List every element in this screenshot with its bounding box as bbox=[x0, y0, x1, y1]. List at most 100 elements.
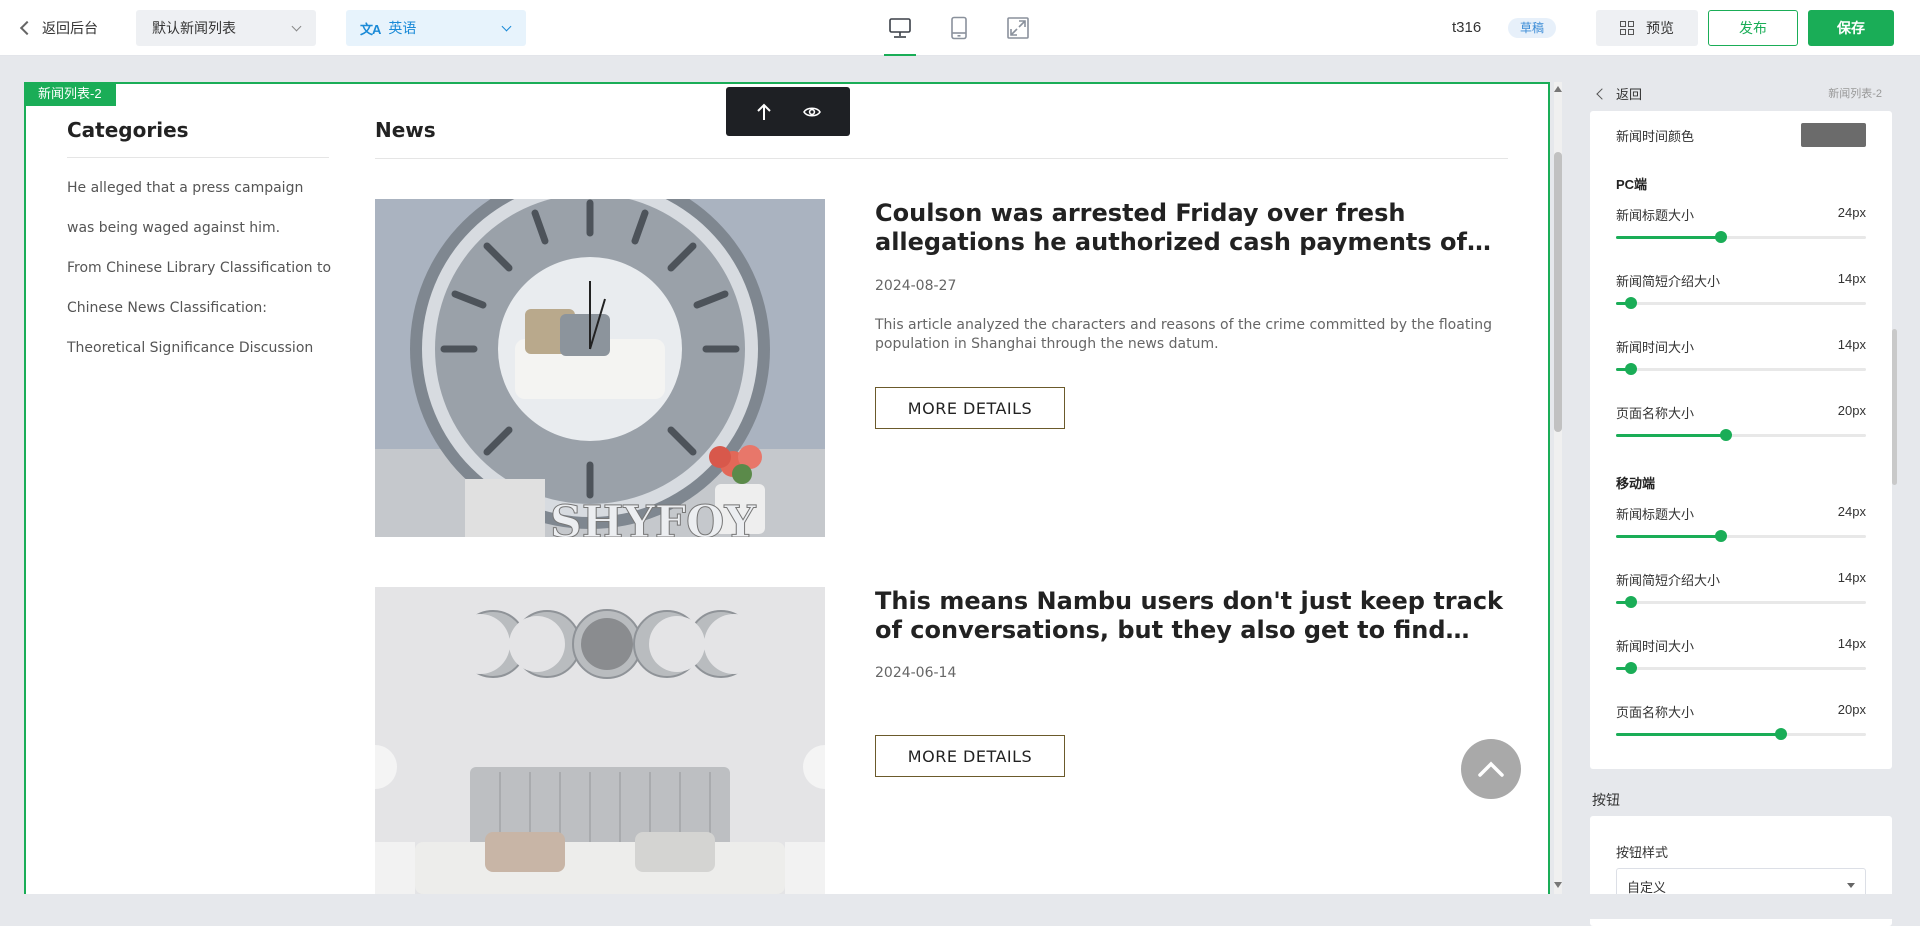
scroll-down-arrow-icon[interactable] bbox=[1554, 882, 1562, 888]
desktop-view-button[interactable] bbox=[884, 12, 916, 44]
slider-handle[interactable] bbox=[1720, 429, 1732, 441]
component-tag[interactable]: 新闻列表-2 bbox=[24, 82, 116, 106]
categories-divider bbox=[67, 157, 329, 158]
caret-down-icon bbox=[1847, 883, 1855, 888]
categories-list: He alleged that a press campaign was bei… bbox=[67, 172, 331, 372]
size-slider[interactable] bbox=[1616, 662, 1866, 674]
scroll-up-arrow-icon[interactable] bbox=[1554, 86, 1562, 92]
pc-group-title: PC端 bbox=[1616, 177, 1648, 192]
slider-handle[interactable] bbox=[1775, 728, 1787, 740]
save-button[interactable]: 保存 bbox=[1808, 10, 1894, 46]
news-item-date: 2024-06-14 bbox=[875, 665, 957, 681]
news-time-color-label: 新闻时间颜色 bbox=[1616, 129, 1695, 144]
panel-breadcrumb: 新闻列表-2 bbox=[1828, 88, 1882, 100]
setting-value: 14px bbox=[1837, 570, 1866, 585]
expand-icon bbox=[1007, 17, 1029, 39]
setting-label: 页面名称大小 bbox=[1616, 406, 1695, 421]
panel-scrollbar[interactable] bbox=[1892, 111, 1898, 769]
button-style-label: 按钮样式 bbox=[1616, 845, 1669, 860]
slider-fill bbox=[1616, 733, 1781, 736]
back-to-admin-button[interactable]: 返回后台 bbox=[19, 18, 98, 38]
size-slider[interactable] bbox=[1616, 429, 1866, 441]
category-link[interactable]: was being waged against him. bbox=[67, 212, 331, 252]
slider-handle[interactable] bbox=[1625, 662, 1637, 674]
setting-value: 20px bbox=[1837, 403, 1866, 418]
size-slider[interactable] bbox=[1616, 231, 1866, 243]
component-float-toolbar bbox=[726, 87, 850, 136]
news-image-clock-mirror[interactable]: SHYFOY bbox=[375, 199, 825, 537]
scrollbar-thumb[interactable] bbox=[1554, 152, 1562, 432]
news-item-title[interactable]: This means Nambu users don't just keep t… bbox=[875, 587, 1505, 645]
news-list-select[interactable]: 默认新闻列表 bbox=[136, 10, 316, 46]
top-toolbar: 返回后台 默认新闻列表 文A 英语 t316 草稿 预览 发布 保存 bbox=[0, 0, 1920, 56]
news-divider bbox=[375, 158, 1508, 159]
setting-label: 新闻标题大小 bbox=[1616, 507, 1695, 522]
setting-value: 24px bbox=[1837, 504, 1866, 519]
setting-label: 新闻时间大小 bbox=[1616, 340, 1695, 355]
category-link[interactable]: Theoretical Significance Discussion bbox=[67, 332, 331, 372]
news-item-description: This article analyzed the characters and… bbox=[875, 317, 1492, 352]
setting-label: 新闻简短介绍大小 bbox=[1616, 274, 1721, 289]
style-settings-card: 新闻时间颜色 PC端 新闻标题大小 24px 新闻简短介绍大小 14px 新闻时间大小 1… bbox=[1590, 111, 1892, 769]
category-link[interactable]: He alleged that a press campaign bbox=[67, 172, 331, 212]
fullscreen-view-button[interactable] bbox=[1002, 12, 1034, 44]
slider-handle[interactable] bbox=[1625, 596, 1637, 608]
news-heading: News bbox=[375, 118, 436, 142]
site-name: t316 bbox=[1452, 19, 1482, 36]
tablet-view-button[interactable] bbox=[943, 12, 975, 44]
chevron-left-icon bbox=[19, 20, 35, 36]
mobile-group-title: 移动端 bbox=[1616, 476, 1656, 491]
setting-value: 14px bbox=[1837, 337, 1866, 352]
news-time-color-swatch[interactable] bbox=[1801, 123, 1866, 147]
size-slider[interactable] bbox=[1616, 728, 1866, 740]
move-up-button[interactable] bbox=[755, 102, 773, 122]
canvas-scrollbar[interactable] bbox=[1551, 82, 1565, 894]
slider-handle[interactable] bbox=[1715, 231, 1727, 243]
size-slider[interactable] bbox=[1616, 596, 1866, 608]
chevron-left-icon bbox=[1596, 87, 1608, 100]
panel-back-button[interactable]: 返回 bbox=[1596, 84, 1642, 103]
setting-label: 新闻时间大小 bbox=[1616, 639, 1695, 654]
publish-button[interactable]: 发布 bbox=[1708, 10, 1798, 46]
language-select-value: 英语 bbox=[388, 20, 417, 36]
settings-panel-header: 返回 新闻列表-2 bbox=[1590, 82, 1892, 106]
news-image-bedroom[interactable] bbox=[375, 587, 825, 894]
preview-label: 预览 bbox=[1646, 20, 1674, 36]
news-item-date: 2024-08-27 bbox=[875, 278, 957, 294]
visibility-button[interactable] bbox=[803, 105, 821, 119]
chevron-down-icon bbox=[291, 21, 302, 32]
setting-label: 新闻标题大小 bbox=[1616, 208, 1695, 223]
clock-mirror-photo: SHYFOY bbox=[375, 199, 825, 537]
category-link[interactable]: Chinese News Classification: bbox=[67, 292, 331, 332]
setting-value: 20px bbox=[1837, 702, 1866, 717]
more-details-button[interactable]: MORE DETAILS bbox=[875, 735, 1065, 777]
eye-icon bbox=[803, 106, 821, 117]
news-list-select-value: 默认新闻列表 bbox=[152, 20, 236, 36]
bottom-strip bbox=[0, 894, 1920, 919]
desktop-icon bbox=[889, 18, 911, 38]
button-style-value: 自定义 bbox=[1627, 880, 1667, 895]
size-slider[interactable] bbox=[1616, 530, 1866, 542]
panel-scrollbar-thumb[interactable] bbox=[1892, 329, 1897, 485]
category-link[interactable]: From Chinese Library Classification to bbox=[67, 252, 331, 292]
slider-handle[interactable] bbox=[1625, 297, 1637, 309]
language-select[interactable]: 文A 英语 bbox=[346, 10, 526, 46]
setting-label: 新闻简短介绍大小 bbox=[1616, 573, 1721, 588]
more-details-button[interactable]: MORE DETAILS bbox=[875, 387, 1065, 429]
news-item-title[interactable]: Coulson was arrested Friday over fresh a… bbox=[875, 199, 1505, 257]
tablet-icon bbox=[951, 16, 967, 40]
preview-button[interactable]: 预览 bbox=[1596, 10, 1698, 46]
status-badge: 草稿 bbox=[1508, 18, 1557, 38]
slider-fill bbox=[1616, 434, 1726, 437]
chevron-down-icon bbox=[501, 21, 512, 32]
categories-heading: Categories bbox=[67, 118, 189, 142]
size-slider[interactable] bbox=[1616, 297, 1866, 309]
bedroom-photo bbox=[375, 587, 825, 894]
slider-handle[interactable] bbox=[1715, 530, 1727, 542]
setting-label: 页面名称大小 bbox=[1616, 705, 1695, 720]
slider-handle[interactable] bbox=[1625, 363, 1637, 375]
size-slider[interactable] bbox=[1616, 363, 1866, 375]
scroll-to-top-button[interactable] bbox=[1461, 739, 1521, 799]
slider-rail bbox=[1616, 601, 1866, 604]
slider-rail bbox=[1616, 302, 1866, 305]
